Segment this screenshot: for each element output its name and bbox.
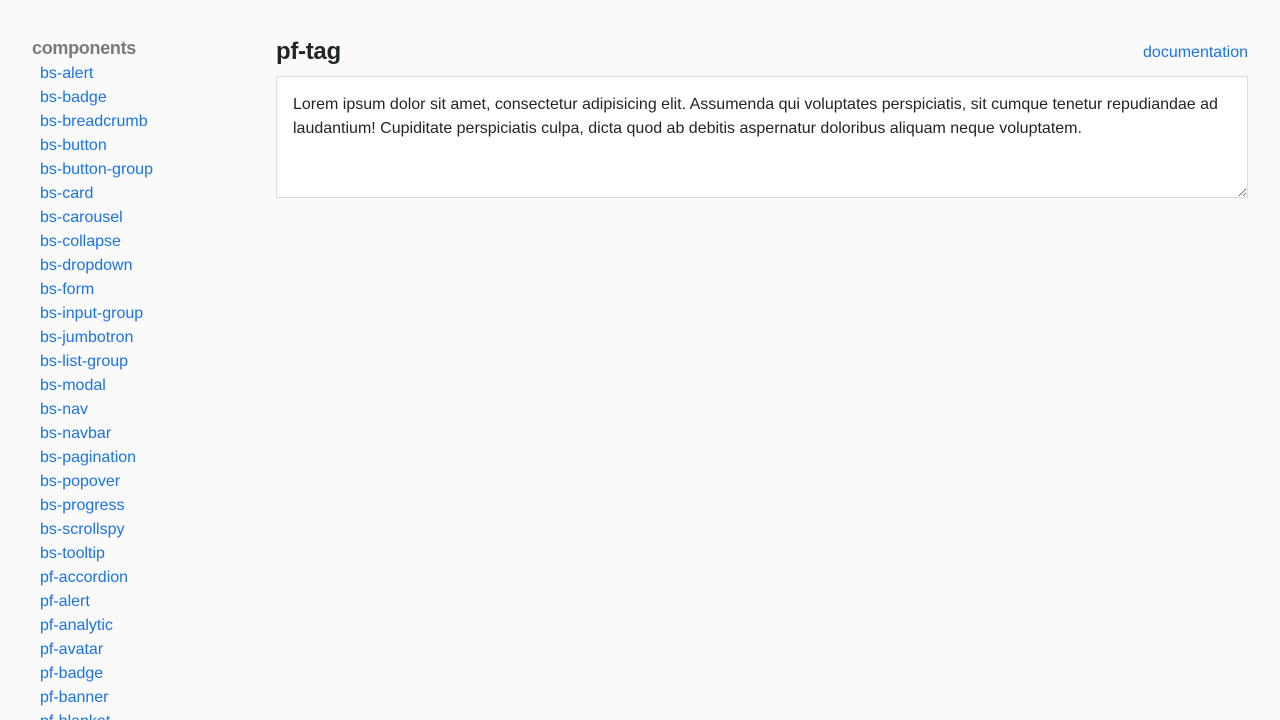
sidebar-item: bs-modal: [40, 374, 252, 398]
sidebar-item: bs-breadcrumb: [40, 110, 252, 134]
sidebar-link-bs-alert[interactable]: bs-alert: [40, 65, 93, 82]
sidebar-link-bs-badge[interactable]: bs-badge: [40, 89, 107, 106]
sidebar-link-bs-button[interactable]: bs-button: [40, 137, 107, 154]
sidebar-link-pf-alert[interactable]: pf-alert: [40, 593, 90, 610]
sidebar-link-bs-scrollspy[interactable]: bs-scrollspy: [40, 521, 124, 538]
sidebar-item: bs-input-group: [40, 302, 252, 326]
documentation-link[interactable]: documentation: [1143, 42, 1248, 64]
sidebar-item: bs-popover: [40, 470, 252, 494]
page-title: pf-tag: [276, 38, 341, 65]
sidebar-link-bs-popover[interactable]: bs-popover: [40, 473, 120, 490]
sidebar-link-bs-dropdown[interactable]: bs-dropdown: [40, 257, 133, 274]
sidebar-item: bs-nav: [40, 398, 252, 422]
sidebar-item: bs-navbar: [40, 422, 252, 446]
sidebar-item: pf-banner: [40, 686, 252, 710]
sidebar-link-bs-progress[interactable]: bs-progress: [40, 497, 124, 514]
sidebar-heading: components: [32, 38, 137, 58]
sidebar-link-bs-button-group[interactable]: bs-button-group: [40, 161, 153, 178]
sidebar-item: pf-avatar: [40, 638, 252, 662]
sidebar-item: bs-carousel: [40, 206, 252, 230]
sidebar-item: bs-progress: [40, 494, 252, 518]
sidebar-link-bs-nav[interactable]: bs-nav: [40, 401, 88, 418]
sidebar-link-bs-input-group[interactable]: bs-input-group: [40, 305, 143, 322]
sidebar-link-bs-jumbotron[interactable]: bs-jumbotron: [40, 329, 133, 346]
sidebar-link-bs-collapse[interactable]: bs-collapse: [40, 233, 121, 250]
sidebar-item: pf-badge: [40, 662, 252, 686]
sidebar-item: bs-pagination: [40, 446, 252, 470]
sidebar-item: bs-button-group: [40, 158, 252, 182]
sidebar-item: bs-tooltip: [40, 542, 252, 566]
sidebar-link-pf-blanket[interactable]: pf-blanket: [40, 713, 110, 720]
sidebar-item: bs-collapse: [40, 230, 252, 254]
sidebar-link-bs-tooltip[interactable]: bs-tooltip: [40, 545, 105, 562]
sidebar-item: bs-alert: [40, 62, 252, 86]
sidebar-item: pf-accordion: [40, 566, 252, 590]
sidebar-link-bs-carousel[interactable]: bs-carousel: [40, 209, 123, 226]
sidebar-item: bs-button: [40, 134, 252, 158]
page: components bs-alert bs-badge bs-breadcrumb…: [0, 0, 1280, 720]
sidebar-link-bs-card[interactable]: bs-card: [40, 185, 93, 202]
demo-textarea[interactable]: [276, 76, 1248, 198]
sidebar-item: bs-dropdown: [40, 254, 252, 278]
sidebar-item: bs-jumbotron: [40, 326, 252, 350]
sidebar-link-bs-navbar[interactable]: bs-navbar: [40, 425, 111, 442]
sidebar-link-pf-accordion[interactable]: pf-accordion: [40, 569, 128, 586]
sidebar-item: bs-form: [40, 278, 252, 302]
sidebar-link-bs-breadcrumb[interactable]: bs-breadcrumb: [40, 113, 148, 130]
sidebar-link-bs-modal[interactable]: bs-modal: [40, 377, 106, 394]
sidebar-item: bs-card: [40, 182, 252, 206]
sidebar-item: bs-list-group: [40, 350, 252, 374]
sidebar-link-bs-pagination[interactable]: bs-pagination: [40, 449, 136, 466]
sidebar-link-pf-badge[interactable]: pf-badge: [40, 665, 103, 682]
sidebar-item: bs-badge: [40, 86, 252, 110]
sidebar: components bs-alert bs-badge bs-breadcrumb…: [32, 36, 252, 720]
component-nav-list: bs-alert bs-badge bs-breadcrumb bs-button bs…: [32, 62, 252, 720]
header-row: pf-tag documentation: [276, 36, 1248, 68]
sidebar-item: pf-analytic: [40, 614, 252, 638]
sidebar-link-bs-form[interactable]: bs-form: [40, 281, 94, 298]
sidebar-link-bs-list-group[interactable]: bs-list-group: [40, 353, 128, 370]
sidebar-item: bs-scrollspy: [40, 518, 252, 542]
sidebar-item: pf-alert: [40, 590, 252, 614]
sidebar-link-pf-analytic[interactable]: pf-analytic: [40, 617, 113, 634]
sidebar-item: pf-blanket: [40, 710, 252, 720]
main-content: pf-tag documentation: [276, 36, 1248, 198]
sidebar-link-pf-avatar[interactable]: pf-avatar: [40, 641, 103, 658]
sidebar-link-pf-banner[interactable]: pf-banner: [40, 689, 109, 706]
